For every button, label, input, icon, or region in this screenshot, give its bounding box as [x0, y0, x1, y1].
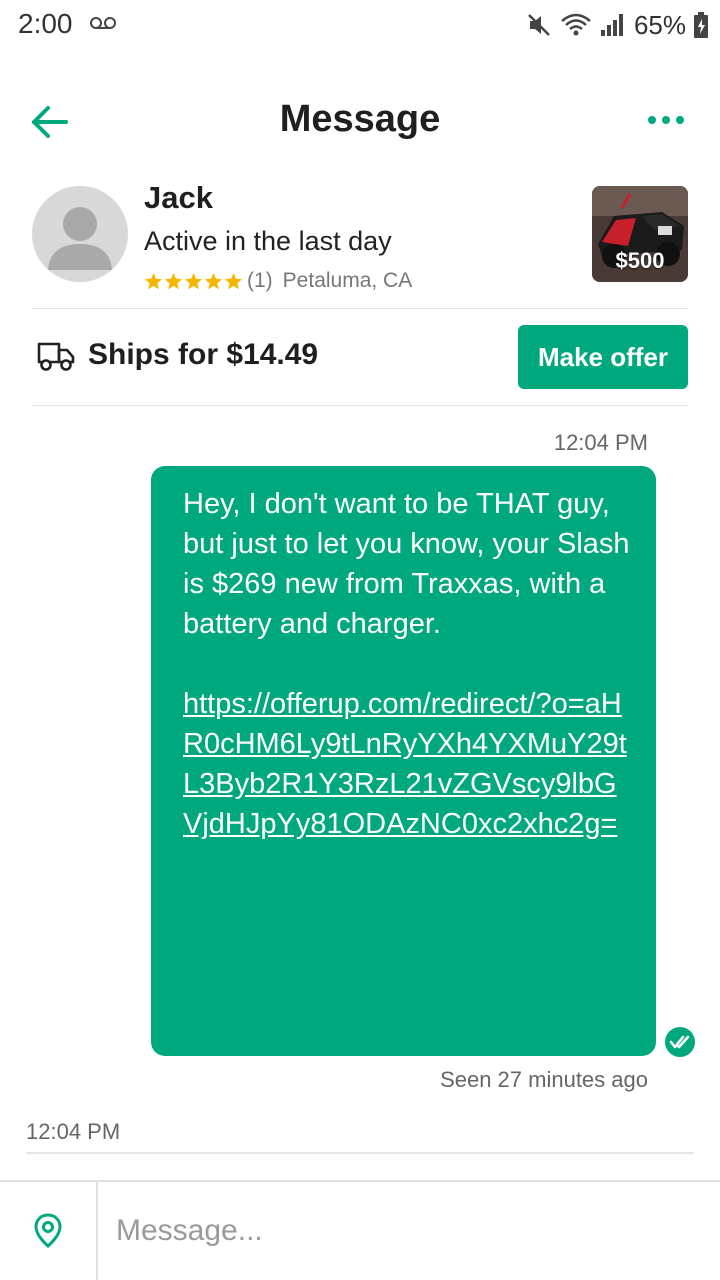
page-title: Message — [279, 98, 441, 140]
star-icon — [144, 272, 163, 289]
sent-message-bubble[interactable]: Hey, I don't want to be THAT guy, but ju… — [151, 466, 656, 1056]
rating-count: (1) — [247, 269, 273, 292]
more-options-icon[interactable] — [646, 108, 686, 132]
message-text: Hey, I don't want to be THAT guy, but ju… — [183, 488, 638, 640]
message-link[interactable]: https://offerup.com/redirect/?o=aHR0cHM6… — [183, 684, 632, 844]
signal-icon — [600, 14, 623, 36]
rating-stars — [144, 272, 243, 291]
item-price: $500 — [615, 248, 665, 273]
status-bar: 2:00 65% — [0, 0, 720, 50]
message-composer — [0, 1180, 720, 1280]
star-icon — [164, 272, 183, 289]
star-icon — [224, 272, 243, 289]
app-header: Message — [0, 90, 720, 152]
battery-charging-icon — [694, 12, 708, 38]
shipping-row: Ships for $14.49 Make offer — [0, 320, 720, 394]
shipping-price: Ships for $14.49 — [88, 338, 319, 371]
seller-info[interactable]: Jack Active in the last day (1) Petaluma… — [0, 180, 720, 300]
seen-status: Seen 27 minutes ago — [440, 1067, 648, 1092]
seller-name[interactable]: Jack — [144, 180, 213, 216]
seller-rating-row: (1) Petaluma, CA — [144, 268, 412, 294]
share-location-button[interactable] — [0, 1182, 98, 1280]
battery-level: 65% — [633, 9, 686, 40]
seller-activity: Active in the last day — [144, 226, 392, 256]
user-placeholder-icon — [48, 207, 112, 270]
divider — [32, 405, 688, 406]
message-input[interactable] — [100, 1182, 718, 1280]
item-thumbnail[interactable]: $500 — [592, 186, 688, 282]
seller-location: Petaluma, CA — [282, 269, 413, 292]
voicemail-icon — [90, 17, 116, 29]
make-offer-button[interactable]: Make offer — [518, 325, 688, 389]
seen-checkmark-icon — [665, 1027, 695, 1057]
location-pin-icon — [34, 1213, 62, 1248]
shipping-truck-icon — [37, 342, 75, 371]
star-icon — [184, 272, 203, 289]
divider — [32, 308, 688, 309]
wifi-icon — [561, 13, 591, 36]
star-icon — [204, 272, 223, 289]
status-icons: 65% — [526, 8, 708, 42]
incoming-message-edge — [26, 1152, 694, 1154]
mute-icon — [528, 14, 550, 36]
status-time: 2:00 — [18, 8, 73, 39]
message-timestamp: 12:04 PM — [553, 430, 648, 455]
message-timestamp: 12:04 PM — [26, 1119, 121, 1144]
avatar[interactable] — [32, 186, 128, 282]
